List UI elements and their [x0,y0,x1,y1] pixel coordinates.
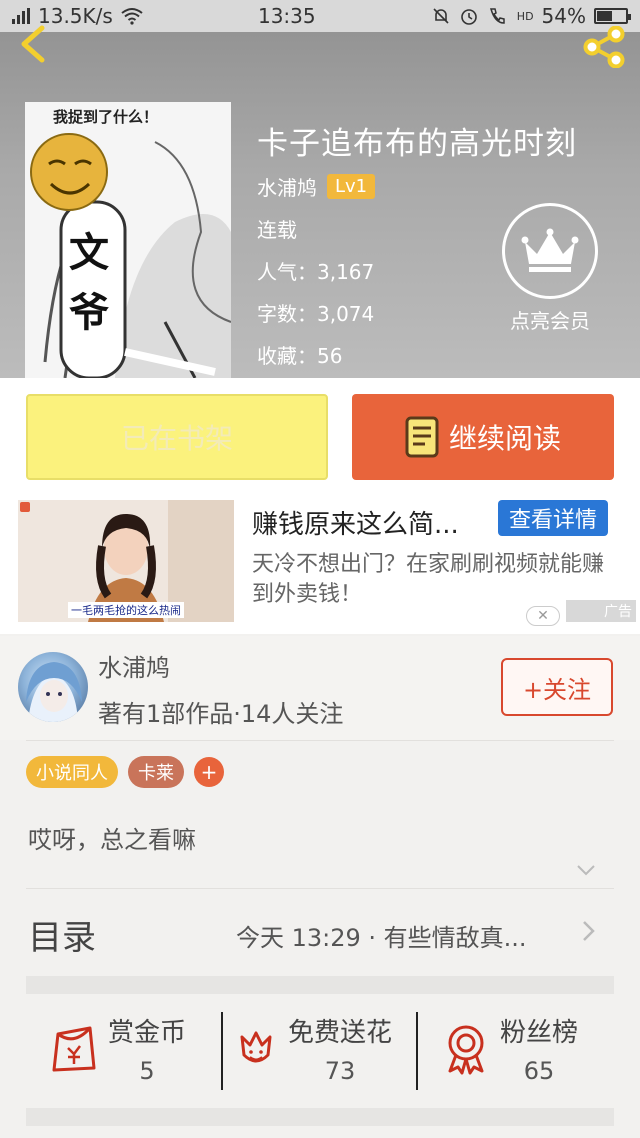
hd-indicator: HD [516,9,534,23]
tag-list: 小说同人 卡莱 + [26,756,224,788]
back-arrow-icon[interactable] [14,24,54,64]
reward-coins-value: 5 [139,1057,155,1085]
in-bookshelf-button[interactable]: 已在书架 [26,394,328,480]
continue-reading-label: 继续阅读 [448,422,561,455]
reward-coins-label: 赏金币 [108,1018,187,1048]
battery-icon [594,8,631,24]
free-flowers-value: 73 [324,1057,356,1085]
section-gap [26,976,614,994]
author-name[interactable]: 水浦鸠 [257,172,317,201]
serial-status: 连载 [257,218,297,242]
book-intro: 哎呀，总之看嘛 [28,826,196,854]
latest-chapter: 今天 13:29 · 有些情敌真... [236,924,527,952]
vip-label: 点亮会员 [510,309,590,333]
ad-tag-text: 广告 [604,604,632,620]
cover-char-ye: 爷 [69,290,109,336]
cover-art [25,102,231,378]
divider [221,1012,223,1090]
words-value: 3,074 [317,302,375,326]
fan-ranking-label: 粉丝榜 [500,1018,579,1048]
tag-chip[interactable]: 小说同人 [26,756,118,788]
mute-bell-icon [433,8,449,24]
stats-bar: 赏金币 5 免费送花 73 粉丝榜 65 [0,996,640,1104]
book-header: 13.5K/s 13:35 HD 54% 我捉到了什么！ 文 爷 卡子追布布的高… [0,0,640,378]
medal-icon [448,1025,484,1074]
favorites-label: 收藏： [257,344,317,368]
section-gap [26,1108,614,1126]
reward-coins-button[interactable]: 赏金币 5 [50,1012,186,1085]
level-badge: Lv1 [327,174,376,199]
chevron-right-icon [583,921,595,941]
cover-char-wen: 文 [69,230,109,276]
red-envelope-icon [52,1026,96,1071]
add-tag-button[interactable]: + [194,757,224,787]
ad-close-button[interactable]: ✕ [526,606,560,626]
crown-icon [521,228,579,272]
author-row[interactable]: 水浦鸠 Lv1 [257,172,376,201]
divider [26,740,614,741]
popularity-label: 人气： [257,260,317,284]
ad-image-caption: 一毛两毛抢的这么热闹 [68,602,184,618]
avatar-image [26,662,82,722]
favorites-value: 56 [317,344,343,368]
words-label: 字数： [257,302,317,326]
table-of-contents-row[interactable]: 目录 今天 13:29 · 有些情敌真... [0,888,640,976]
in-bookshelf-label: 已在书架 [120,422,233,455]
author-avatar[interactable] [18,652,88,722]
action-bar: 已在书架 继续阅读 [0,378,640,496]
ad-label: 广告 [566,600,636,622]
battery-percent: 54% [541,4,586,28]
continue-reading-button[interactable]: 继续阅读 [352,394,614,480]
favorites-line: 收藏：56 [257,340,342,369]
divider [416,1012,418,1090]
ad-image[interactable]: 一毛两毛抢的这么热闹 [18,500,234,622]
alarm-icon [460,9,477,25]
tag-chip[interactable]: 卡莱 [128,756,184,788]
book-icon [405,416,439,458]
clock: 13:35 [257,4,316,28]
toc-label: 目录 [28,918,96,958]
follow-button[interactable]: +关注 [501,658,613,716]
wifi-icon [121,8,143,25]
signal-icon [12,8,30,24]
book-cover[interactable]: 我捉到了什么！ 文 爷 [25,102,231,378]
flower-icon [240,1031,272,1062]
cover-caption: 我捉到了什么！ [53,108,159,126]
ad-title[interactable]: 赚钱原来这么简... [252,504,459,541]
vip-button[interactable]: 点亮会员 [500,203,600,334]
free-flowers-button[interactable]: 免费送花 73 [236,1012,392,1085]
words-line: 字数：3,074 [257,298,374,327]
fan-ranking-value: 65 [523,1057,555,1085]
free-flowers-label: 免费送花 [288,1018,393,1048]
call-icon [489,8,505,24]
ad-banner[interactable]: 一毛两毛抢的这么热闹 赚钱原来这么简... 查看详情 天冷不想出门？在家刷刷视频… [0,496,640,634]
ad-detail-button[interactable]: 查看详情 [498,500,608,536]
popularity-value: 3,167 [317,260,375,284]
section-author-name[interactable]: 水浦鸠 [98,648,170,683]
status-bar: 13.5K/s 13:35 HD 54% [0,0,640,32]
popularity-line: 人气：3,167 [257,256,374,285]
ad-badge-icon [20,502,30,512]
share-icon[interactable] [580,26,628,68]
book-title: 卡子追布布的高光时刻 [257,126,577,162]
author-section: 水浦鸠 著有1部作品·14人关注 +关注 [0,636,640,740]
expand-chevron-icon[interactable] [574,858,598,882]
author-stats: 著有1部作品·14人关注 [98,700,344,728]
fan-ranking-button[interactable]: 粉丝榜 65 [444,1012,578,1085]
